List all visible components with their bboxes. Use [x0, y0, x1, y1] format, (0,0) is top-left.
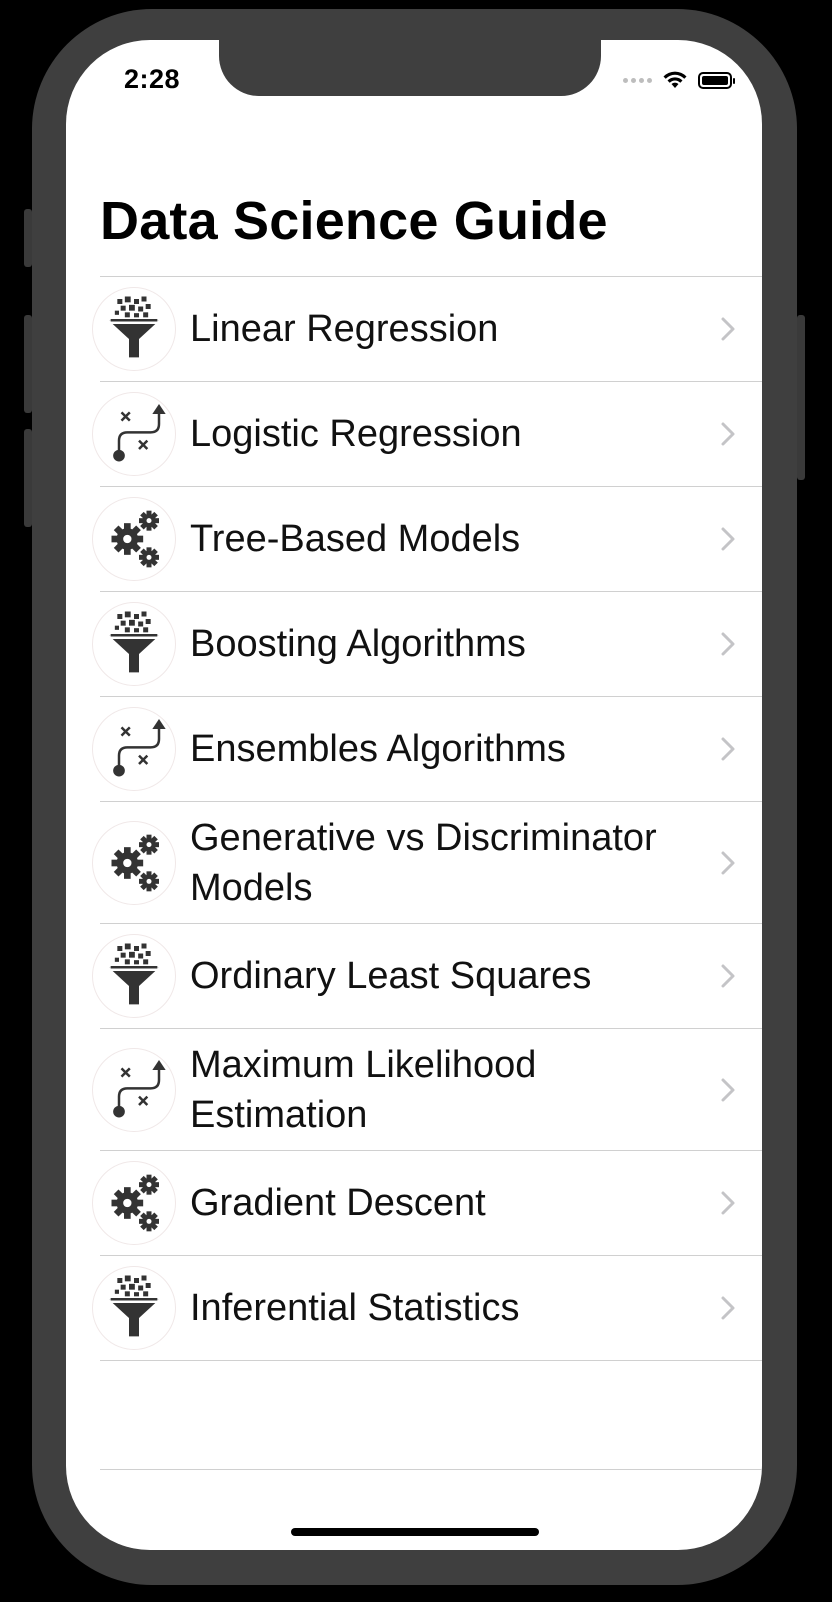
funnel-icon [92, 1266, 176, 1350]
list-item[interactable]: Tree-Based Models [92, 487, 762, 592]
list-item-label: Maximum Likelihood Estimation [190, 1043, 537, 1136]
status-icons [623, 68, 735, 92]
list-item[interactable]: Logistic Regression [92, 382, 762, 487]
list-item[interactable]: Generative vs Discriminator Models [92, 802, 762, 924]
gears-icon [92, 1161, 176, 1245]
list-item-label: Tree-Based Models [190, 518, 521, 560]
cellular-signal-icon [623, 77, 652, 83]
page-title: Data Science Guide [100, 191, 608, 251]
list-item-label: Ordinary Least Squares [190, 955, 592, 997]
topic-list: Linear Regression Logistic Regression Tree… [92, 276, 762, 1361]
chevron-right-icon [721, 317, 735, 341]
route-path-icon [92, 392, 176, 476]
list-item-label: Logistic Regression [190, 413, 522, 455]
silent-switch [24, 209, 32, 267]
chevron-right-icon [721, 1296, 735, 1320]
chevron-right-icon [721, 737, 735, 761]
battery-icon [698, 71, 735, 89]
volume-up-button [24, 315, 32, 413]
chevron-right-icon [721, 527, 735, 551]
list-item[interactable]: Gradient Descent [92, 1151, 762, 1256]
list-item-label: Linear Regression [190, 308, 499, 350]
wifi-icon [663, 71, 687, 88]
list-item[interactable]: Inferential Statistics [92, 1256, 762, 1361]
list-item-label: Inferential Statistics [190, 1287, 520, 1329]
status-time: 2:28 [124, 64, 181, 94]
power-button [797, 315, 805, 480]
list-item-label: Generative vs Discriminator Models [190, 816, 657, 909]
list-item-label: Boosting Algorithms [190, 623, 526, 665]
list-item[interactable]: Ordinary Least Squares [92, 924, 762, 1029]
list-item-label: Ensembles Algorithms [190, 728, 566, 770]
chevron-right-icon [721, 1191, 735, 1215]
list-item[interactable]: Boosting Algorithms [92, 592, 762, 697]
chevron-right-icon [721, 1078, 735, 1101]
funnel-icon [92, 602, 176, 686]
list-item[interactable]: Linear Regression [92, 277, 762, 382]
app-screen: 2:28 Data Science Guide Linear Regressio… [66, 40, 762, 1550]
volume-down-button [24, 429, 32, 527]
home-indicator[interactable] [291, 1528, 539, 1536]
gears-icon [92, 820, 176, 905]
chevron-right-icon [721, 632, 735, 656]
route-path-icon [92, 1047, 176, 1132]
list-item[interactable]: Maximum Likelihood Estimation [92, 1029, 762, 1151]
list-bottom-separator [100, 1469, 762, 1470]
notch [219, 40, 601, 96]
chevron-right-icon [721, 851, 735, 874]
funnel-icon [92, 934, 176, 1018]
funnel-icon [92, 287, 176, 371]
route-path-icon [92, 707, 176, 791]
list-item[interactable]: Ensembles Algorithms [92, 697, 762, 802]
gears-icon [92, 497, 176, 581]
list-item-label: Gradient Descent [190, 1182, 486, 1224]
chevron-right-icon [721, 422, 735, 446]
chevron-right-icon [721, 964, 735, 988]
